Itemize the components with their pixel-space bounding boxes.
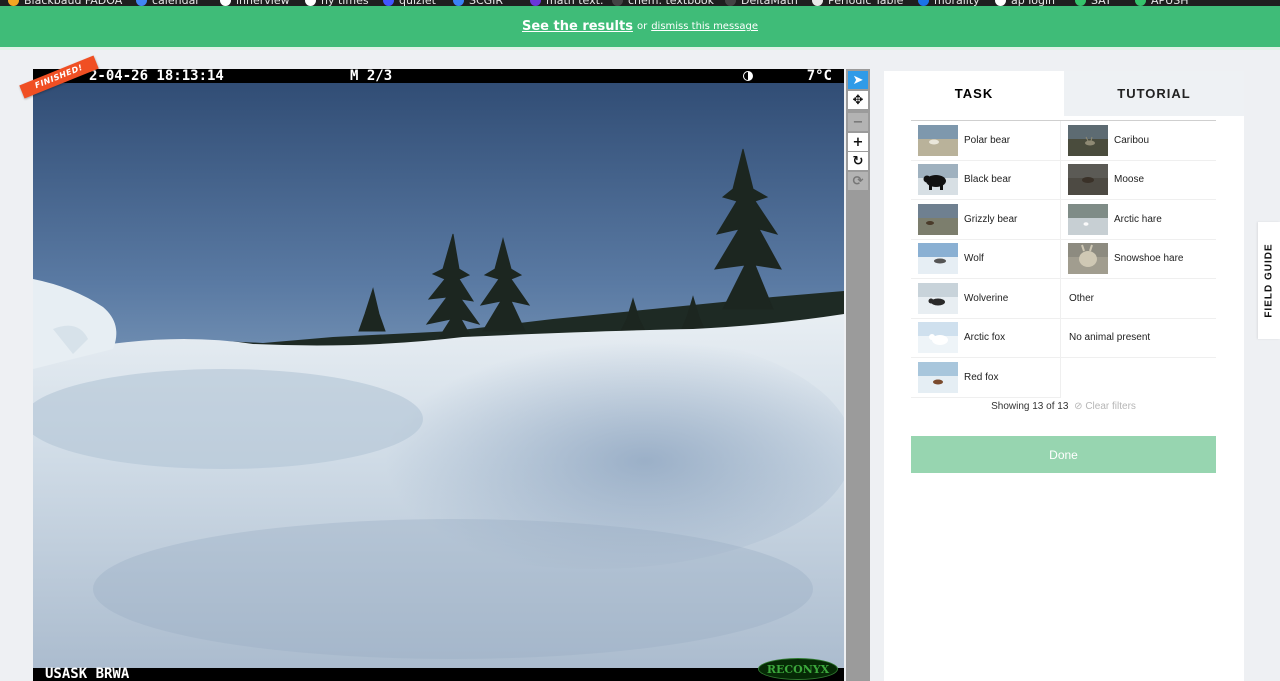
zoom-out-tool: − bbox=[848, 113, 868, 131]
choice-label: Wolf bbox=[964, 253, 984, 265]
choice-label: Arctic hare bbox=[1114, 213, 1162, 225]
rotate-icon: ↻ bbox=[852, 153, 864, 169]
sat-icon bbox=[1075, 0, 1086, 6]
black-bear-thumbnail bbox=[918, 164, 958, 196]
moon-phase-icon bbox=[743, 71, 753, 81]
moose-thumbnail bbox=[1068, 164, 1108, 196]
tab-task[interactable]: TASK bbox=[884, 71, 1064, 116]
camera-info-bar: 2-04-26 18:13:14 M 2/3 7°C bbox=[33, 69, 844, 83]
grizzly-bear-thumbnail bbox=[918, 203, 958, 235]
arctic-hare-thumbnail bbox=[1068, 203, 1108, 235]
rotate-tool[interactable]: ↻ bbox=[848, 152, 868, 170]
reset-icon: ⟳ bbox=[852, 173, 864, 189]
image-toolbar: ➤ ✥ − + ↻ ⟳ bbox=[846, 69, 870, 681]
deltamath-icon bbox=[725, 0, 736, 6]
choice-label: Grizzly bear bbox=[964, 213, 1018, 225]
plus-icon: + bbox=[852, 134, 864, 150]
choice-list: Polar bear Caribou Black bear Moose Grizzly … bbox=[911, 120, 1216, 412]
cursor-arrow-icon: ➤ bbox=[852, 72, 864, 88]
periodic-table-icon bbox=[812, 0, 823, 6]
morality-icon bbox=[918, 0, 929, 6]
choice-arctic-hare[interactable]: Arctic hare bbox=[1061, 200, 1216, 240]
choice-label: Polar bear bbox=[964, 134, 1011, 146]
choice-label: Caribou bbox=[1114, 134, 1150, 146]
choice-empty-cell bbox=[1061, 358, 1216, 398]
mathtext-icon bbox=[530, 0, 541, 6]
field-guide-button[interactable]: FIELD GUIDE bbox=[1258, 222, 1280, 339]
minus-icon: − bbox=[852, 114, 864, 130]
calendar-icon bbox=[136, 0, 147, 6]
done-button[interactable]: Done bbox=[911, 436, 1216, 473]
choice-label: Black bear bbox=[964, 174, 1012, 186]
reconyx-logo: RECONYX bbox=[758, 658, 838, 680]
apush-icon bbox=[1135, 0, 1146, 6]
trail-camera-photo bbox=[33, 69, 844, 681]
pointer-tool[interactable]: ➤ bbox=[848, 71, 868, 89]
choice-label: Red fox bbox=[964, 371, 999, 383]
camera-id: USASK BRWA bbox=[45, 666, 130, 681]
polar-bear-thumbnail bbox=[918, 124, 958, 156]
dismiss-message-link[interactable]: dismiss this message bbox=[651, 21, 758, 32]
arctic-fox-thumbnail bbox=[918, 322, 958, 354]
choice-label: Moose bbox=[1114, 174, 1145, 186]
banner-divider bbox=[0, 47, 1280, 50]
wolf-thumbnail bbox=[918, 243, 958, 275]
camera-sequence: M 2/3 bbox=[350, 69, 393, 84]
see-results-link[interactable]: See the results bbox=[522, 19, 633, 34]
nytimes-icon bbox=[305, 0, 316, 6]
choice-other[interactable]: Other bbox=[1061, 279, 1216, 319]
camera-footer-bar bbox=[33, 668, 844, 681]
choice-black-bear[interactable]: Black bear bbox=[911, 160, 1061, 200]
choice-label: No animal present bbox=[1069, 332, 1151, 344]
choice-polar-bear[interactable]: Polar bear bbox=[911, 121, 1061, 161]
choice-label: Snowshoe hare bbox=[1114, 253, 1184, 265]
showing-count: Showing 13 of 13 bbox=[991, 401, 1069, 412]
clear-filters-button[interactable]: ⊘ Clear filters bbox=[1074, 401, 1136, 412]
results-banner: See the results or dismiss this message bbox=[0, 6, 1280, 47]
quizlet-icon bbox=[383, 0, 394, 6]
move-arrows-icon: ✥ bbox=[852, 92, 864, 108]
banner-or-text: or bbox=[636, 21, 648, 32]
choice-grid: Polar bear Caribou Black bear Moose Grizzly … bbox=[911, 121, 1216, 398]
field-guide-label: FIELD GUIDE bbox=[1263, 243, 1275, 318]
choice-caribou[interactable]: Caribou bbox=[1061, 121, 1216, 161]
choice-grizzly-bear[interactable]: Grizzly bear bbox=[911, 200, 1061, 240]
choice-wolverine[interactable]: Wolverine bbox=[911, 279, 1061, 319]
choice-moose[interactable]: Moose bbox=[1061, 161, 1216, 200]
choice-arctic-fox[interactable]: Arctic fox bbox=[911, 318, 1061, 358]
snowshoe-hare-thumbnail bbox=[1068, 243, 1108, 275]
clear-filters-label: Clear filters bbox=[1085, 401, 1136, 412]
choice-label: Arctic fox bbox=[964, 332, 1006, 344]
choice-red-fox[interactable]: Red fox bbox=[911, 358, 1061, 398]
subject-viewer[interactable]: 2-04-26 18:13:14 M 2/3 7°C USASK BRWA RE… bbox=[33, 69, 844, 681]
filter-status: Showing 13 of 13 ⊘ Clear filters bbox=[911, 401, 1216, 412]
red-fox-thumbnail bbox=[918, 361, 958, 393]
panel-tabs: TASK TUTORIAL bbox=[884, 71, 1244, 116]
move-tool[interactable]: ✥ bbox=[848, 91, 868, 109]
choice-no-animal-present[interactable]: No animal present bbox=[1061, 319, 1216, 358]
zoom-in-tool[interactable]: + bbox=[848, 133, 868, 151]
camera-datetime: 2-04-26 18:13:14 bbox=[89, 69, 224, 84]
choice-label: Other bbox=[1069, 292, 1095, 304]
innerview-icon bbox=[220, 0, 231, 6]
blackbaud-icon bbox=[8, 0, 19, 6]
ap-login-icon bbox=[995, 0, 1006, 6]
wolverine-thumbnail bbox=[918, 282, 958, 314]
chem-textbook-icon bbox=[612, 0, 623, 6]
camera-temperature: 7°C bbox=[806, 69, 832, 84]
choice-snowshoe-hare[interactable]: Snowshoe hare bbox=[1061, 240, 1216, 279]
scgir-icon bbox=[453, 0, 464, 6]
task-panel: TASK TUTORIAL Polar bear Caribou Black bea… bbox=[884, 71, 1244, 681]
choice-label: Wolverine bbox=[964, 292, 1009, 304]
tab-tutorial[interactable]: TUTORIAL bbox=[1064, 71, 1244, 116]
caribou-thumbnail bbox=[1068, 124, 1108, 156]
reset-tool: ⟳ bbox=[848, 172, 868, 190]
choice-wolf[interactable]: Wolf bbox=[911, 239, 1061, 279]
